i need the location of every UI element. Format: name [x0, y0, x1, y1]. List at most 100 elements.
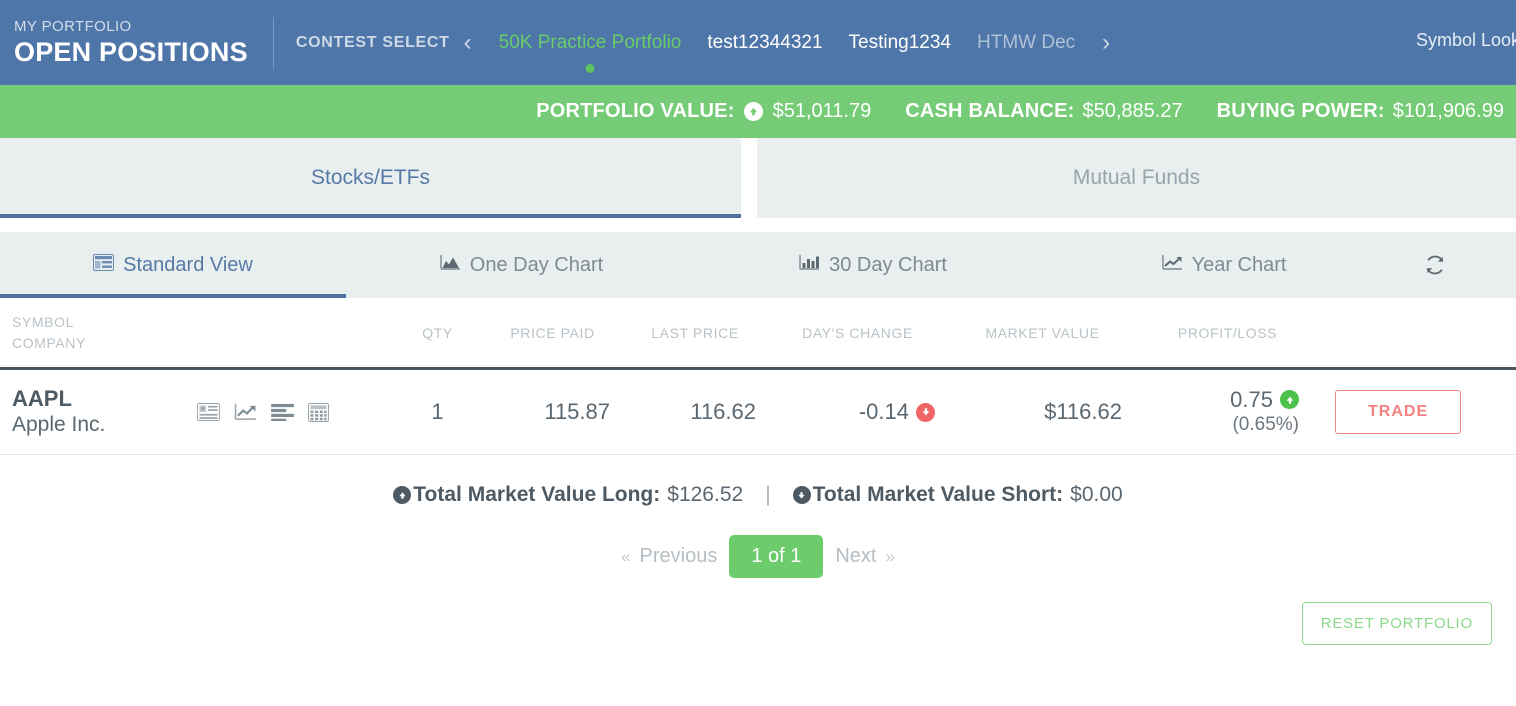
stat-cash-balance: CASH BALANCE: $50,885.27: [905, 100, 1182, 123]
cell-symbol-company: AAPL Apple Inc.: [0, 386, 390, 438]
page-title: MY PORTFOLIO OPEN POSITIONS: [14, 17, 270, 68]
cash-balance-label: CASH BALANCE:: [905, 100, 1075, 122]
total-short-value: $0.00: [1070, 483, 1123, 506]
column-header-symbol: SYMBOL: [12, 313, 74, 330]
total-market-value-short: Total Market Value Short: $0.00: [792, 483, 1123, 507]
cell-actions: TRADE: [1315, 390, 1516, 434]
contest-tab-label: 50K Practice Portfolio: [498, 31, 682, 53]
portfolio-value-up-arrow-icon: [743, 102, 763, 121]
reset-portfolio-button[interactable]: RESET PORTFOLIO: [1301, 602, 1492, 645]
tab-mutual-funds[interactable]: Mutual Funds: [757, 138, 1516, 218]
column-header-profit-loss: PROFIT/LOSS: [1177, 324, 1278, 341]
total-market-value-long: Total Market Value Long: $126.52: [393, 483, 743, 507]
tab-mutual-funds-label: Mutual Funds: [1072, 166, 1201, 189]
days-change-down-arrow-icon: [916, 402, 935, 422]
stat-buying-power: BUYING POWER: $101,906.99: [1217, 100, 1504, 123]
symbol-lookup-link[interactable]: Symbol Look: [1416, 30, 1516, 51]
column-header-company: COMPANY: [12, 334, 86, 351]
column-header-last-price: LAST PRICE: [651, 324, 739, 341]
profit-loss-value: 0.75: [1230, 387, 1273, 412]
market-value-totals: Total Market Value Long: $126.52 | Total…: [0, 483, 1516, 507]
view-mode-tabs: Standard View One Day Chart 30 Day Chart…: [0, 232, 1516, 298]
page-eyebrow: MY PORTFOLIO: [14, 18, 132, 35]
profit-loss-value-row: 0.75: [1140, 387, 1299, 412]
table-icon: [93, 253, 115, 277]
total-long-label: Total Market Value Long:: [413, 483, 661, 506]
days-change-value: -0.14: [858, 399, 909, 424]
tab-one-day-chart[interactable]: One Day Chart: [346, 232, 697, 298]
portfolio-value-label: PORTFOLIO VALUE:: [536, 100, 735, 122]
header-divider: [272, 16, 274, 69]
tab-30-day-chart[interactable]: 30 Day Chart: [697, 232, 1049, 298]
table-row: AAPL Apple Inc. 1 115.87 116.62 -0.14 $1…: [0, 370, 1516, 455]
contest-tab-testing1234[interactable]: Testing1234: [836, 30, 964, 56]
column-header-symbol-company: SYMBOL COMPANY: [0, 312, 390, 354]
buying-power-label: BUYING POWER:: [1216, 100, 1385, 122]
chart-line-icon[interactable]: [234, 403, 257, 421]
tab-standard-view-label: Standard View: [123, 253, 253, 276]
contest-tab-htmw-dec[interactable]: HTMW Dec: [964, 30, 1088, 56]
pagination-previous[interactable]: « Previous: [621, 545, 717, 568]
active-contest-dot-icon: [585, 63, 595, 73]
refresh-icon[interactable]: [1409, 232, 1461, 298]
calculator-icon[interactable]: [308, 402, 329, 422]
pagination-prev-chevron-icon: «: [621, 546, 631, 566]
total-short-down-arrow-icon: [792, 486, 811, 504]
contest-prev-arrow[interactable]: ‹: [450, 30, 486, 55]
cell-qty: 1: [431, 399, 444, 424]
contest-select-label: CONTEST SELECT: [295, 33, 450, 51]
portfolio-stats-bar: PORTFOLIO VALUE: $51,011.79 CASH BALANCE…: [0, 85, 1516, 138]
news-icon[interactable]: [197, 403, 220, 421]
symbol-block: AAPL Apple Inc.: [12, 386, 197, 438]
open-positions-page: MY PORTFOLIO OPEN POSITIONS CONTEST SELE…: [0, 0, 1516, 706]
positions-table: SYMBOL COMPANY QTY PRICE PAID LAST PRICE…: [0, 298, 1516, 455]
reset-portfolio-area: RESET PORTFOLIO: [0, 578, 1516, 645]
row-action-icons: [197, 402, 329, 422]
row-symbol[interactable]: AAPL: [12, 386, 197, 412]
contest-tab-test12344321[interactable]: test12344321: [694, 30, 835, 56]
total-short-label: Total Market Value Short:: [812, 483, 1064, 506]
pagination: « Previous 1 of 1 Next »: [0, 535, 1516, 578]
total-long-value: $126.52: [667, 483, 744, 506]
asset-type-tabs: Stocks/ETFs Mutual Funds: [0, 138, 1516, 218]
column-header-price-paid: PRICE PAID: [510, 324, 595, 341]
trade-button[interactable]: TRADE: [1335, 390, 1462, 434]
bar-chart-icon: [799, 254, 820, 277]
contest-next-arrow[interactable]: ›: [1088, 30, 1124, 55]
tab-standard-view[interactable]: Standard View: [0, 232, 346, 298]
area-chart-icon: [440, 254, 461, 277]
tab-one-day-chart-label: One Day Chart: [469, 253, 604, 276]
contest-list: 50K Practice Portfolio test12344321 Test…: [486, 30, 1089, 73]
buying-power-amount: $101,906.99: [1392, 100, 1504, 122]
portfolio-value-amount: $51,011.79: [772, 100, 872, 122]
pagination-next[interactable]: Next »: [835, 545, 895, 568]
list-icon[interactable]: [271, 403, 294, 421]
row-company: Apple Inc.: [12, 413, 106, 436]
page-title-text: OPEN POSITIONS: [14, 37, 248, 67]
tab-stocks-etfs-label: Stocks/ETFs: [310, 166, 431, 189]
totals-separator: |: [765, 483, 771, 506]
tab-30-day-chart-label: 30 Day Chart: [829, 253, 947, 276]
pagination-previous-label: Previous: [639, 545, 718, 567]
table-header-row: SYMBOL COMPANY QTY PRICE PAID LAST PRICE…: [0, 298, 1516, 370]
column-header-qty: QTY: [422, 324, 453, 341]
pagination-next-chevron-icon: »: [885, 546, 895, 566]
pagination-current-page[interactable]: 1 of 1: [729, 535, 824, 578]
cell-price-paid: 115.87: [544, 399, 610, 424]
total-long-up-arrow-icon: [393, 486, 412, 504]
column-header-market-value: MARKET VALUE: [985, 324, 1100, 341]
stat-portfolio-value: PORTFOLIO VALUE: $51,011.79: [536, 100, 871, 123]
contest-tab-50k-practice-portfolio[interactable]: 50K Practice Portfolio: [486, 30, 695, 73]
tab-stocks-etfs[interactable]: Stocks/ETFs: [0, 138, 741, 218]
cell-days-change: -0.14: [770, 399, 945, 425]
profit-loss-up-arrow-icon: [1280, 390, 1299, 409]
cell-profit-loss: 0.75 (0.65%): [1140, 387, 1315, 437]
tab-year-chart[interactable]: Year Chart: [1049, 232, 1399, 298]
column-header-days-change: DAY'S CHANGE: [802, 324, 913, 341]
tab-year-chart-label: Year Chart: [1191, 253, 1287, 276]
top-header: MY PORTFOLIO OPEN POSITIONS CONTEST SELE…: [0, 0, 1516, 85]
profit-loss-percent: (0.65%): [1232, 414, 1299, 435]
pagination-next-label: Next: [835, 545, 877, 567]
cell-market-value: $116.62: [1044, 399, 1122, 424]
cash-balance-amount: $50,885.27: [1082, 100, 1183, 122]
